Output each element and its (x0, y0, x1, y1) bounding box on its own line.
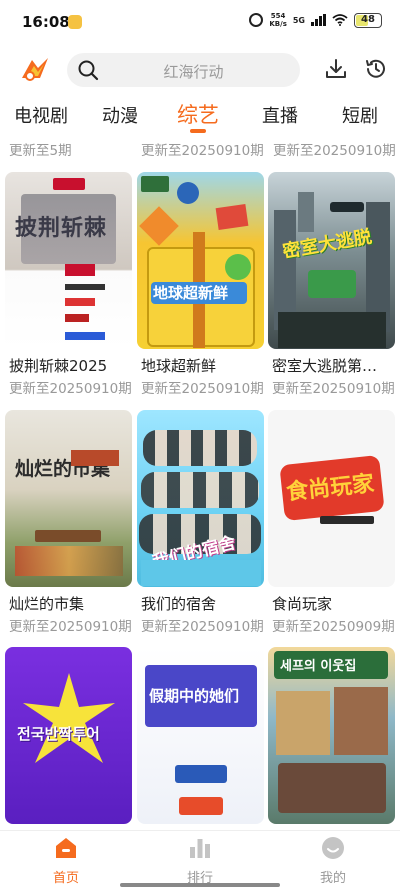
ranking-icon (190, 839, 210, 858)
show-poster[interactable]: 披荆斩棘 (5, 172, 132, 349)
show-card[interactable]: 灿烂的市集 灿烂的市集 更新至20250910期 (5, 410, 132, 640)
show-update: 更新至20250910期 (9, 381, 132, 397)
battery-level: 48 (361, 13, 375, 25)
show-poster[interactable]: 密室大逃脱 (268, 172, 395, 349)
show-card[interactable]: 전국반짝투어 (5, 647, 132, 830)
show-card[interactable]: 假期中的她们 (137, 647, 264, 830)
poster-title: 披荆斩棘 (15, 216, 108, 241)
wifi-icon (332, 14, 348, 26)
poster-title: 세프의 이웃집 (280, 659, 357, 674)
show-poster[interactable]: 地球超新鲜 (137, 172, 264, 349)
previous-row-update: 更新至20250910期 (141, 143, 264, 159)
nav-profile-label: 我的 (319, 871, 346, 886)
show-card[interactable]: 披荆斩棘 披荆斩棘2025 更新至20250910期 (5, 172, 132, 402)
tab-indicator (190, 129, 206, 133)
alarm-icon (249, 13, 264, 27)
history-icon[interactable] (364, 57, 388, 81)
show-poster[interactable]: 食尚玩家 (268, 410, 395, 587)
nav-ranking[interactable]: 排行 (165, 835, 235, 886)
home-indicator (120, 883, 280, 887)
home-icon (56, 838, 76, 858)
show-title: 地球超新鲜 (141, 357, 217, 375)
poster-title: 假期中的她们 (149, 687, 240, 705)
show-card[interactable]: 地球超新鲜 地球超新鲜 更新至20250910期 (137, 172, 264, 402)
show-poster[interactable]: 灿烂的市集 (5, 410, 132, 587)
tab-variety[interactable]: 综艺 (177, 99, 219, 129)
starburst-graphic (23, 673, 115, 763)
search-placeholder: 红海行动 (163, 63, 224, 81)
show-poster[interactable]: 假期中的她们 (137, 647, 264, 824)
show-poster[interactable]: 세프의 이웃집 (268, 647, 395, 824)
show-title: 我们的宿舍 (141, 595, 217, 613)
network-speed: 554 KB/s (269, 12, 286, 28)
show-update: 更新至20250910期 (9, 619, 132, 635)
show-card[interactable]: 密室大逃脱 密室大逃脱第… 更新至20250910期 (268, 172, 395, 402)
show-title: 密室大逃脱第… (272, 357, 378, 375)
notification-app-icon (68, 15, 82, 29)
show-title: 披荆斩棘2025 (9, 357, 108, 375)
show-update: 更新至20250910期 (141, 381, 264, 397)
nav-home[interactable]: 首页 (31, 835, 101, 886)
show-card[interactable]: 食尚玩家 食尚玩家 更新至20250909期 (268, 410, 395, 640)
status-indicators: 554 KB/s 5G 48 (249, 12, 382, 28)
show-poster[interactable]: 我们的宿舍 (137, 410, 264, 587)
bottom-nav: 首页 排行 我的 (0, 830, 400, 889)
show-poster[interactable]: 전국반짝투어 (5, 647, 132, 824)
poster-title: 전국반짝투어 (17, 725, 100, 743)
network-type: 5G (292, 15, 305, 25)
top-bar: 红海行动 (0, 48, 400, 92)
download-icon[interactable] (324, 57, 348, 81)
show-card[interactable]: 세프의 이웃집 (268, 647, 395, 830)
show-update: 更新至20250910期 (141, 619, 264, 635)
poster-title: 地球超新鲜 (153, 284, 229, 302)
tab-anime[interactable]: 动漫 (102, 102, 138, 128)
show-update: 更新至20250910期 (272, 381, 395, 397)
app-logo[interactable] (18, 54, 52, 84)
show-update: 更新至20250909期 (272, 619, 395, 635)
tab-tv-series[interactable]: 电视剧 (14, 102, 68, 128)
tab-live[interactable]: 直播 (262, 102, 298, 128)
tab-short-drama[interactable]: 短剧 (342, 102, 378, 128)
search-icon (78, 60, 99, 81)
battery-icon: 48 (354, 12, 382, 28)
show-title: 食尚玩家 (272, 595, 333, 613)
nav-home-label: 首页 (52, 871, 79, 886)
network-speed-value: 554 (270, 12, 286, 20)
category-tabs: 电视剧 动漫 综艺 直播 短剧 (0, 98, 400, 134)
previous-row-update: 更新至5期 (9, 143, 72, 159)
nav-profile[interactable]: 我的 (298, 835, 368, 886)
show-grid: 更新至5期 更新至20250910期 更新至20250910期 披荆斩棘 披荆斩… (0, 134, 400, 830)
previous-row-update: 更新至20250910期 (273, 143, 396, 159)
status-bar: 16:08 554 KB/s 5G 48 (0, 0, 400, 46)
signal-icon (311, 14, 326, 26)
network-speed-unit: KB/s (269, 20, 287, 28)
show-title: 灿烂的市集 (9, 595, 85, 613)
show-card[interactable]: 我们的宿舍 我们的宿舍 更新至20250910期 (137, 410, 264, 640)
search-bar[interactable]: 红海行动 (67, 53, 300, 87)
status-time: 16:08 (22, 13, 70, 31)
profile-icon (322, 837, 344, 859)
